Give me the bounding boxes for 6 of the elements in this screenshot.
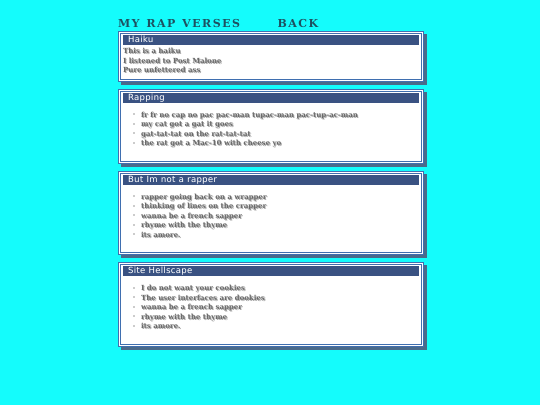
- card-title: Site Hellscape: [123, 266, 419, 276]
- back-link[interactable]: BACK: [277, 17, 320, 30]
- card-title: Haiku: [123, 35, 419, 45]
- card-title: But Im not a rapper: [123, 174, 419, 184]
- card-title: Rapping: [123, 92, 419, 102]
- page-title: MY RAP VERSES: [118, 17, 242, 30]
